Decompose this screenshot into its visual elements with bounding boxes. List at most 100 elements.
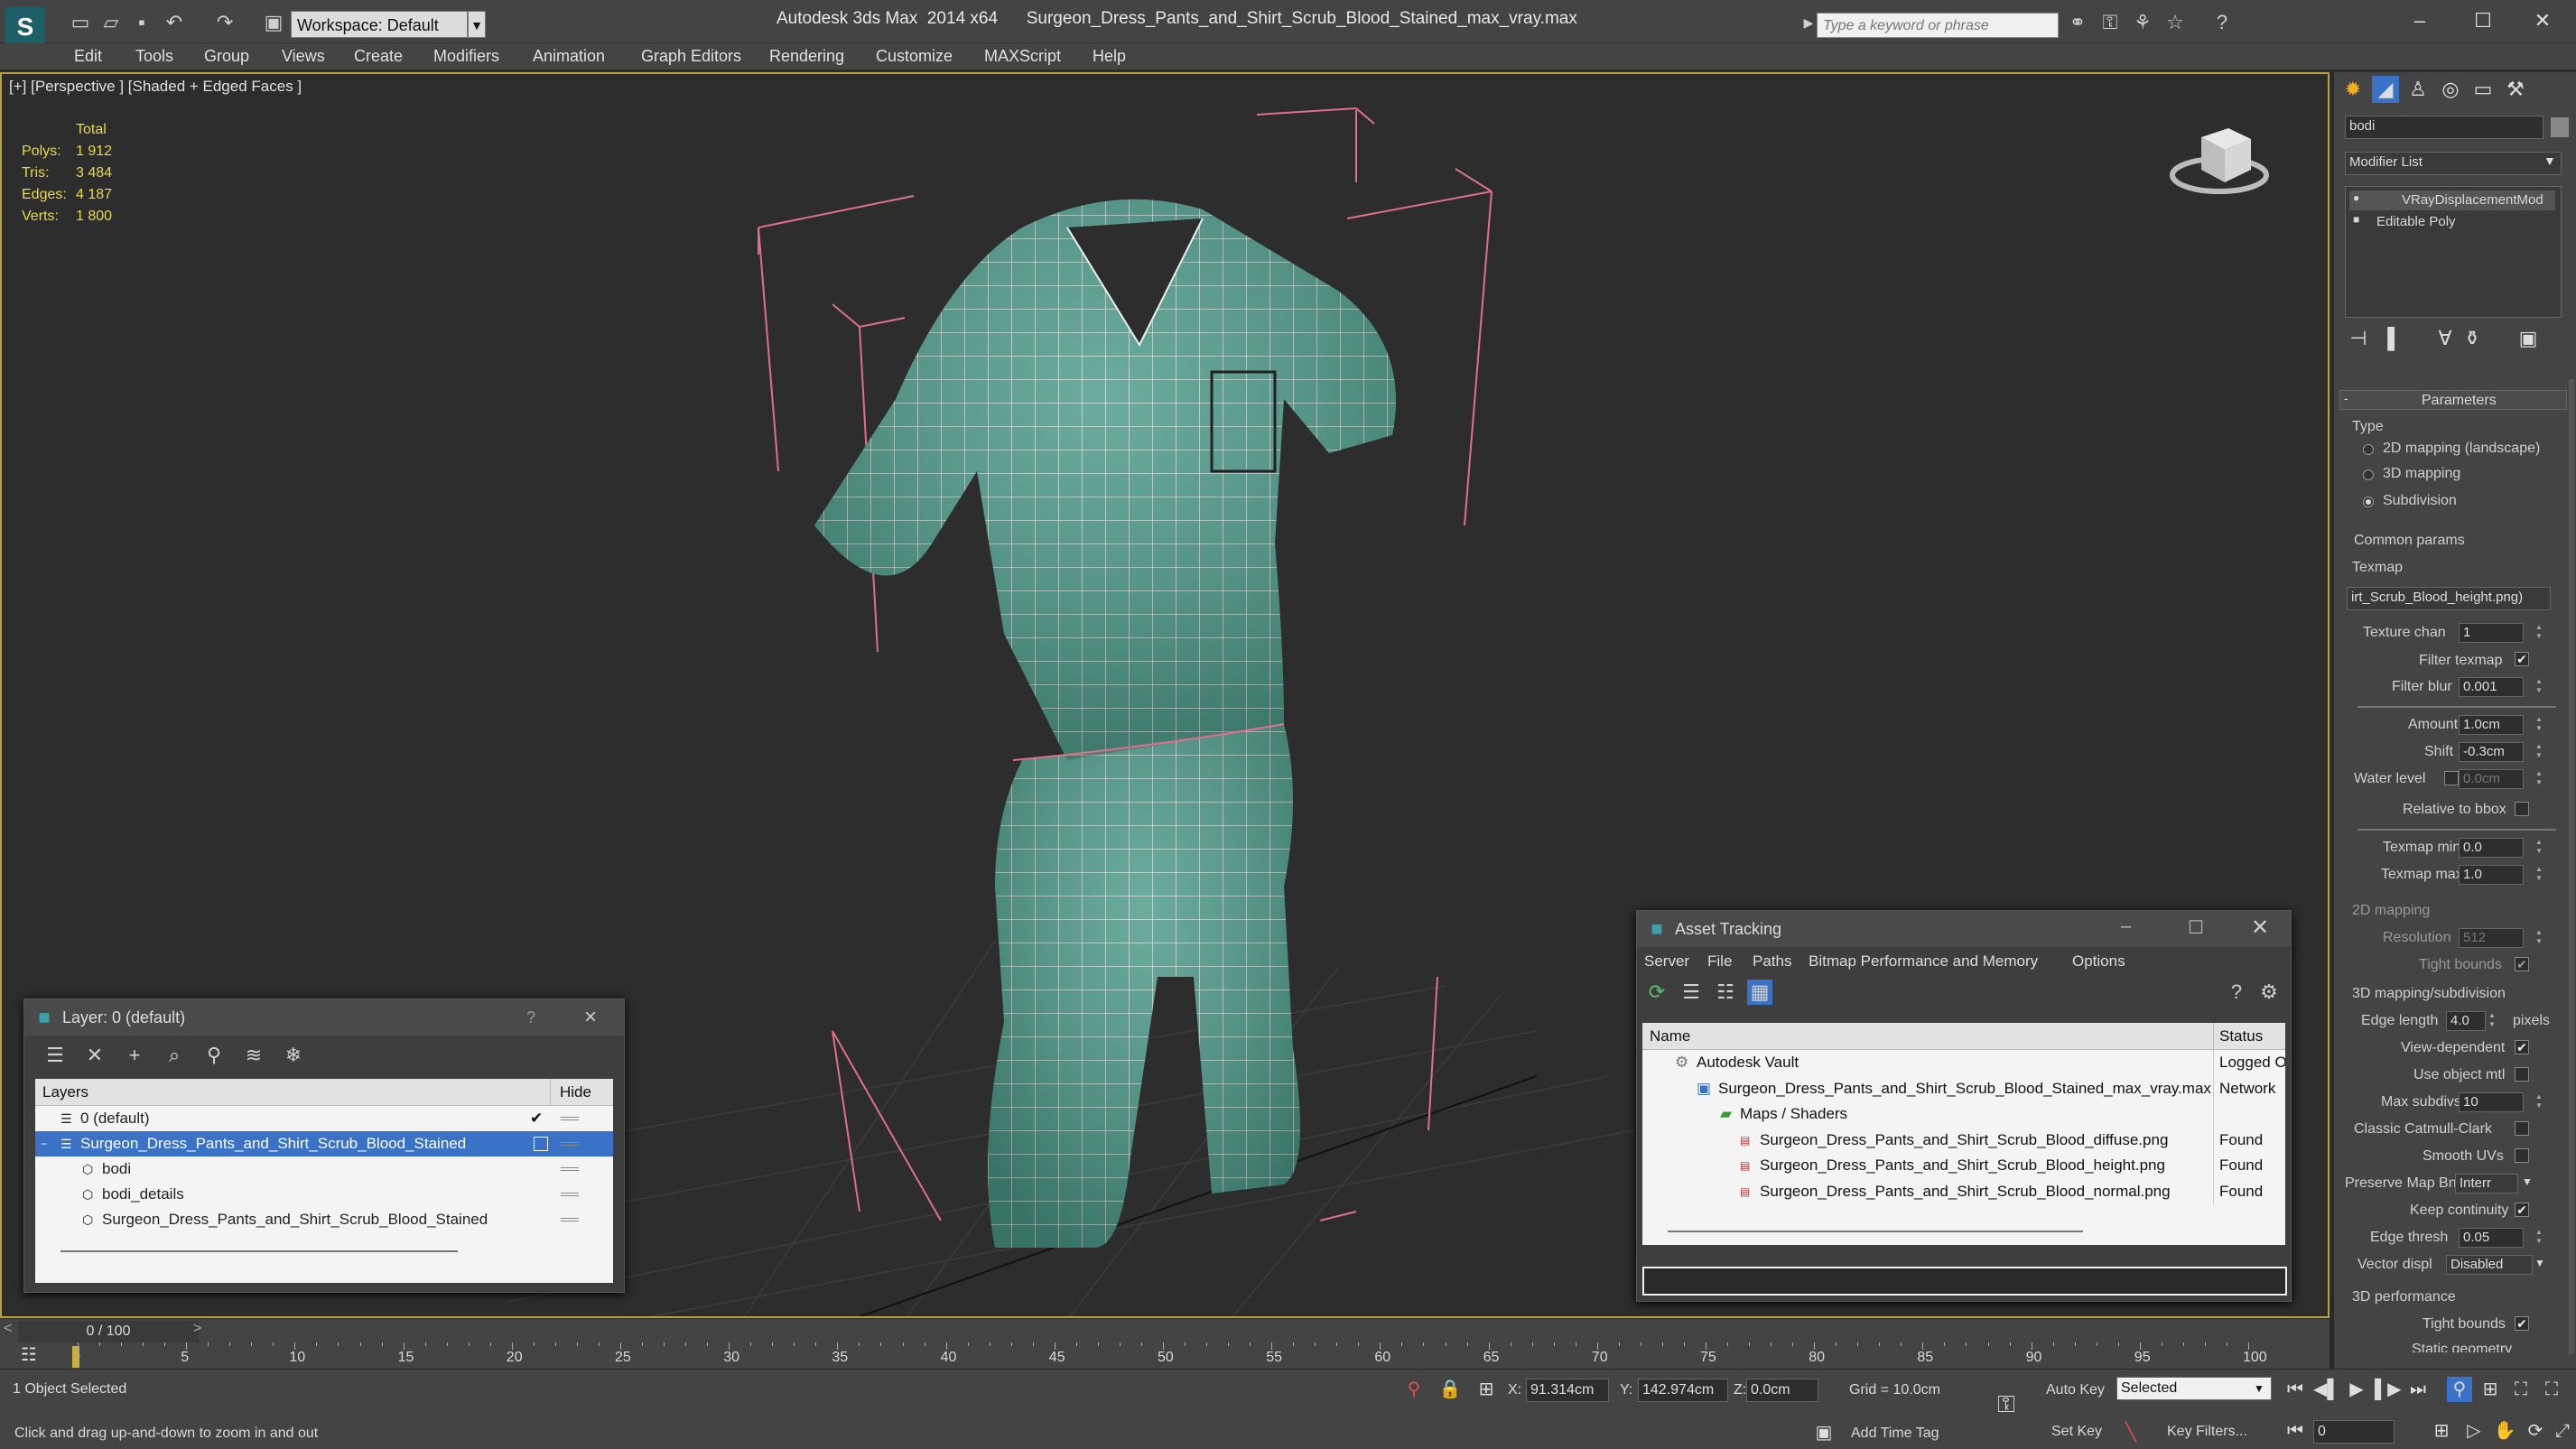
vector-displ-dropdown[interactable]: Disabled: [2446, 1255, 2533, 1275]
make-unique-icon[interactable]: ∀: [2432, 325, 2459, 352]
stack-item[interactable]: ● VRayDisplacementMod: [2349, 190, 2555, 210]
undo-icon[interactable]: ↶: [163, 11, 186, 34]
maximize-icon[interactable]: ☐: [2188, 916, 2204, 939]
absolute-mode-icon[interactable]: ⊞: [1474, 1377, 1499, 1402]
menu-animation[interactable]: Animation: [533, 47, 605, 66]
menu-graph-editors[interactable]: Graph Editors: [641, 47, 741, 66]
highlight-layer-icon[interactable]: ⚲: [201, 1043, 227, 1068]
spinner-arrows-icon[interactable]: ▲ ▼: [2534, 742, 2543, 762]
asset-menu-server[interactable]: Server: [1644, 952, 1689, 971]
lock-icon[interactable]: 🔒: [1437, 1377, 1463, 1402]
keep-continuity-checkbox[interactable]: ✔: [2515, 1203, 2529, 1217]
column-hide[interactable]: Hide: [550, 1079, 591, 1106]
asset-window-titlebar[interactable]: ■ Asset Tracking – ☐ ✕: [1637, 911, 2291, 947]
key-mode-dropdown[interactable]: Selected: [2116, 1377, 2272, 1400]
table-row[interactable]: ⚙ Autodesk Vault Logged O: [1642, 1050, 2285, 1076]
pin-icon[interactable]: ⚲: [1401, 1377, 1427, 1402]
help-icon[interactable]: ?: [526, 1008, 535, 1027]
time-tag-icon[interactable]: ▣: [1811, 1420, 1837, 1445]
create-tab-icon[interactable]: ✹: [2339, 76, 2367, 103]
view-dependent-checkbox[interactable]: ✔: [2515, 1040, 2529, 1054]
menu-maxscript[interactable]: MAXScript: [984, 47, 1061, 66]
radio-2d-mapping[interactable]: [2363, 444, 2374, 455]
table-row[interactable]: ▰ Maps / Shaders: [1642, 1101, 2285, 1128]
column-status[interactable]: Status: [2213, 1023, 2263, 1050]
max-subdivs-spinner[interactable]: 10: [2459, 1092, 2524, 1112]
spinner-arrows-icon[interactable]: ▲ ▼: [2534, 677, 2543, 697]
filter-blur-spinner[interactable]: 0.001: [2459, 677, 2524, 697]
menu-tools[interactable]: Tools: [135, 47, 173, 66]
edge-thresh-spinner[interactable]: 0.05: [2459, 1228, 2524, 1248]
maximize-icon[interactable]: ☐: [2465, 7, 2501, 34]
asset-menu-bitmap[interactable]: Bitmap Performance and Memory: [1809, 952, 2038, 971]
spinner-arrows-icon[interactable]: ▲ ▼: [2534, 623, 2543, 643]
key-mode-toggle-icon[interactable]: ⏮: [2283, 1418, 2308, 1444]
use-object-mtl-checkbox[interactable]: [2515, 1067, 2529, 1082]
hide-toggle-icon[interactable]: [561, 1167, 579, 1171]
collapse-icon[interactable]: −: [41, 1131, 47, 1156]
fov-icon[interactable]: ▷: [2461, 1418, 2487, 1444]
spinner-arrows-icon[interactable]: ▲ ▼: [2534, 1228, 2543, 1248]
scrubs-model[interactable]: [814, 199, 1396, 1248]
zoom-extents-icon[interactable]: ⛶: [2508, 1377, 2534, 1402]
project-folder-icon[interactable]: ▣: [262, 11, 285, 34]
add-to-layer-icon[interactable]: +: [122, 1043, 147, 1068]
layer-row[interactable]: ⬡ Surgeon_Dress_Pants_and_Shirt_Scrub_Bl…: [35, 1207, 613, 1232]
viewcube-icon[interactable]: [2165, 110, 2274, 200]
minimize-icon[interactable]: –: [2402, 7, 2438, 34]
bulb-icon[interactable]: ●: [2353, 191, 2359, 204]
parameters-rollout-header[interactable]: - Parameters: [2339, 390, 2567, 410]
zoom-icon[interactable]: ⚲: [2447, 1377, 2472, 1402]
close-icon[interactable]: ✕: [2251, 915, 2269, 941]
prev-frame-icon[interactable]: <: [4, 1321, 12, 1337]
table-row[interactable]: ▤ Surgeon_Dress_Pants_and_Shirt_Scrub_Bl…: [1642, 1153, 2285, 1179]
close-icon[interactable]: ✕: [2525, 7, 2561, 34]
y-coordinate-field[interactable]: 142.974cm: [1638, 1379, 1728, 1402]
key-filter-icon[interactable]: ╲: [2118, 1420, 2144, 1445]
open-file-icon[interactable]: ▱: [99, 11, 123, 34]
detail-view-icon[interactable]: ☷: [1713, 980, 1738, 1005]
hide-toggle-icon[interactable]: [561, 1193, 579, 1196]
column-layers[interactable]: Layers: [42, 1083, 88, 1101]
redo-icon[interactable]: ↷: [213, 11, 237, 34]
layer-window-titlebar[interactable]: ■ Layer: 0 (default) ? ×: [24, 999, 624, 1036]
classic-catmull-checkbox[interactable]: [2515, 1121, 2529, 1136]
help-icon[interactable]: ?: [2210, 11, 2234, 34]
maximize-viewport-icon[interactable]: ⤢: [2550, 1418, 2575, 1444]
asset-tracking-window[interactable]: ■ Asset Tracking – ☐ ✕ Server File Paths…: [1636, 910, 2292, 1302]
spinner-arrows-icon[interactable]: ▲ ▼: [2534, 928, 2543, 948]
menu-rendering[interactable]: Rendering: [769, 47, 844, 66]
pan-icon[interactable]: ✋: [2492, 1418, 2517, 1444]
asset-menu-file[interactable]: File: [1707, 952, 1732, 971]
list-view-icon[interactable]: ☰: [1679, 980, 1704, 1005]
timeline-ruler[interactable]: 0510152025303540455055606570758085909510…: [72, 1342, 2267, 1370]
hide-toggle-icon[interactable]: [561, 1142, 579, 1146]
select-objects-icon[interactable]: ⌕: [162, 1043, 187, 1068]
hide-toggle-icon[interactable]: [561, 1218, 579, 1221]
chevron-down-icon[interactable]: ▼: [2522, 1175, 2533, 1188]
filter-texmap-checkbox[interactable]: ✔: [2515, 652, 2529, 666]
smooth-uvs-checkbox[interactable]: [2515, 1148, 2529, 1163]
close-icon[interactable]: ×: [584, 1005, 597, 1030]
workspace-dropdown[interactable]: Workspace: Default: [291, 11, 468, 38]
table-view-icon[interactable]: ▦: [1747, 980, 1772, 1005]
shift-spinner[interactable]: -0.3cm: [2459, 742, 2524, 762]
spinner-arrows-icon[interactable]: ▲ ▼: [2534, 715, 2543, 735]
texmap-min-spinner[interactable]: 0.0: [2459, 838, 2524, 858]
delete-layer-icon[interactable]: ✕: [82, 1043, 107, 1068]
new-file-icon[interactable]: ▭: [69, 11, 92, 34]
edge-length-spinner[interactable]: 4.0: [2446, 1011, 2486, 1031]
z-coordinate-field[interactable]: 0.0cm: [1746, 1379, 1818, 1402]
orbit-icon[interactable]: ⟳: [2523, 1418, 2548, 1444]
table-row[interactable]: ▣ Surgeon_Dress_Pants_and_Shirt_Scrub_Bl…: [1642, 1075, 2285, 1101]
asset-menu-options[interactable]: Options: [2072, 952, 2125, 971]
app-logo-icon[interactable]: S: [5, 7, 45, 47]
key-icon[interactable]: ⚿: [1994, 1391, 2019, 1416]
add-time-tag[interactable]: Add Time Tag: [1851, 1426, 1939, 1442]
texmap-button[interactable]: irt_Scrub_Blood_height.png): [2347, 587, 2551, 610]
preserve-map-dropdown[interactable]: Interr: [2455, 1174, 2518, 1194]
play-icon[interactable]: ▶: [2344, 1377, 2369, 1402]
water-level-checkbox[interactable]: [2444, 771, 2459, 785]
layer-row[interactable]: − ☰ Surgeon_Dress_Pants_and_Shirt_Scrub_…: [35, 1131, 613, 1156]
time-config-icon[interactable]: ⊞: [2429, 1418, 2454, 1444]
